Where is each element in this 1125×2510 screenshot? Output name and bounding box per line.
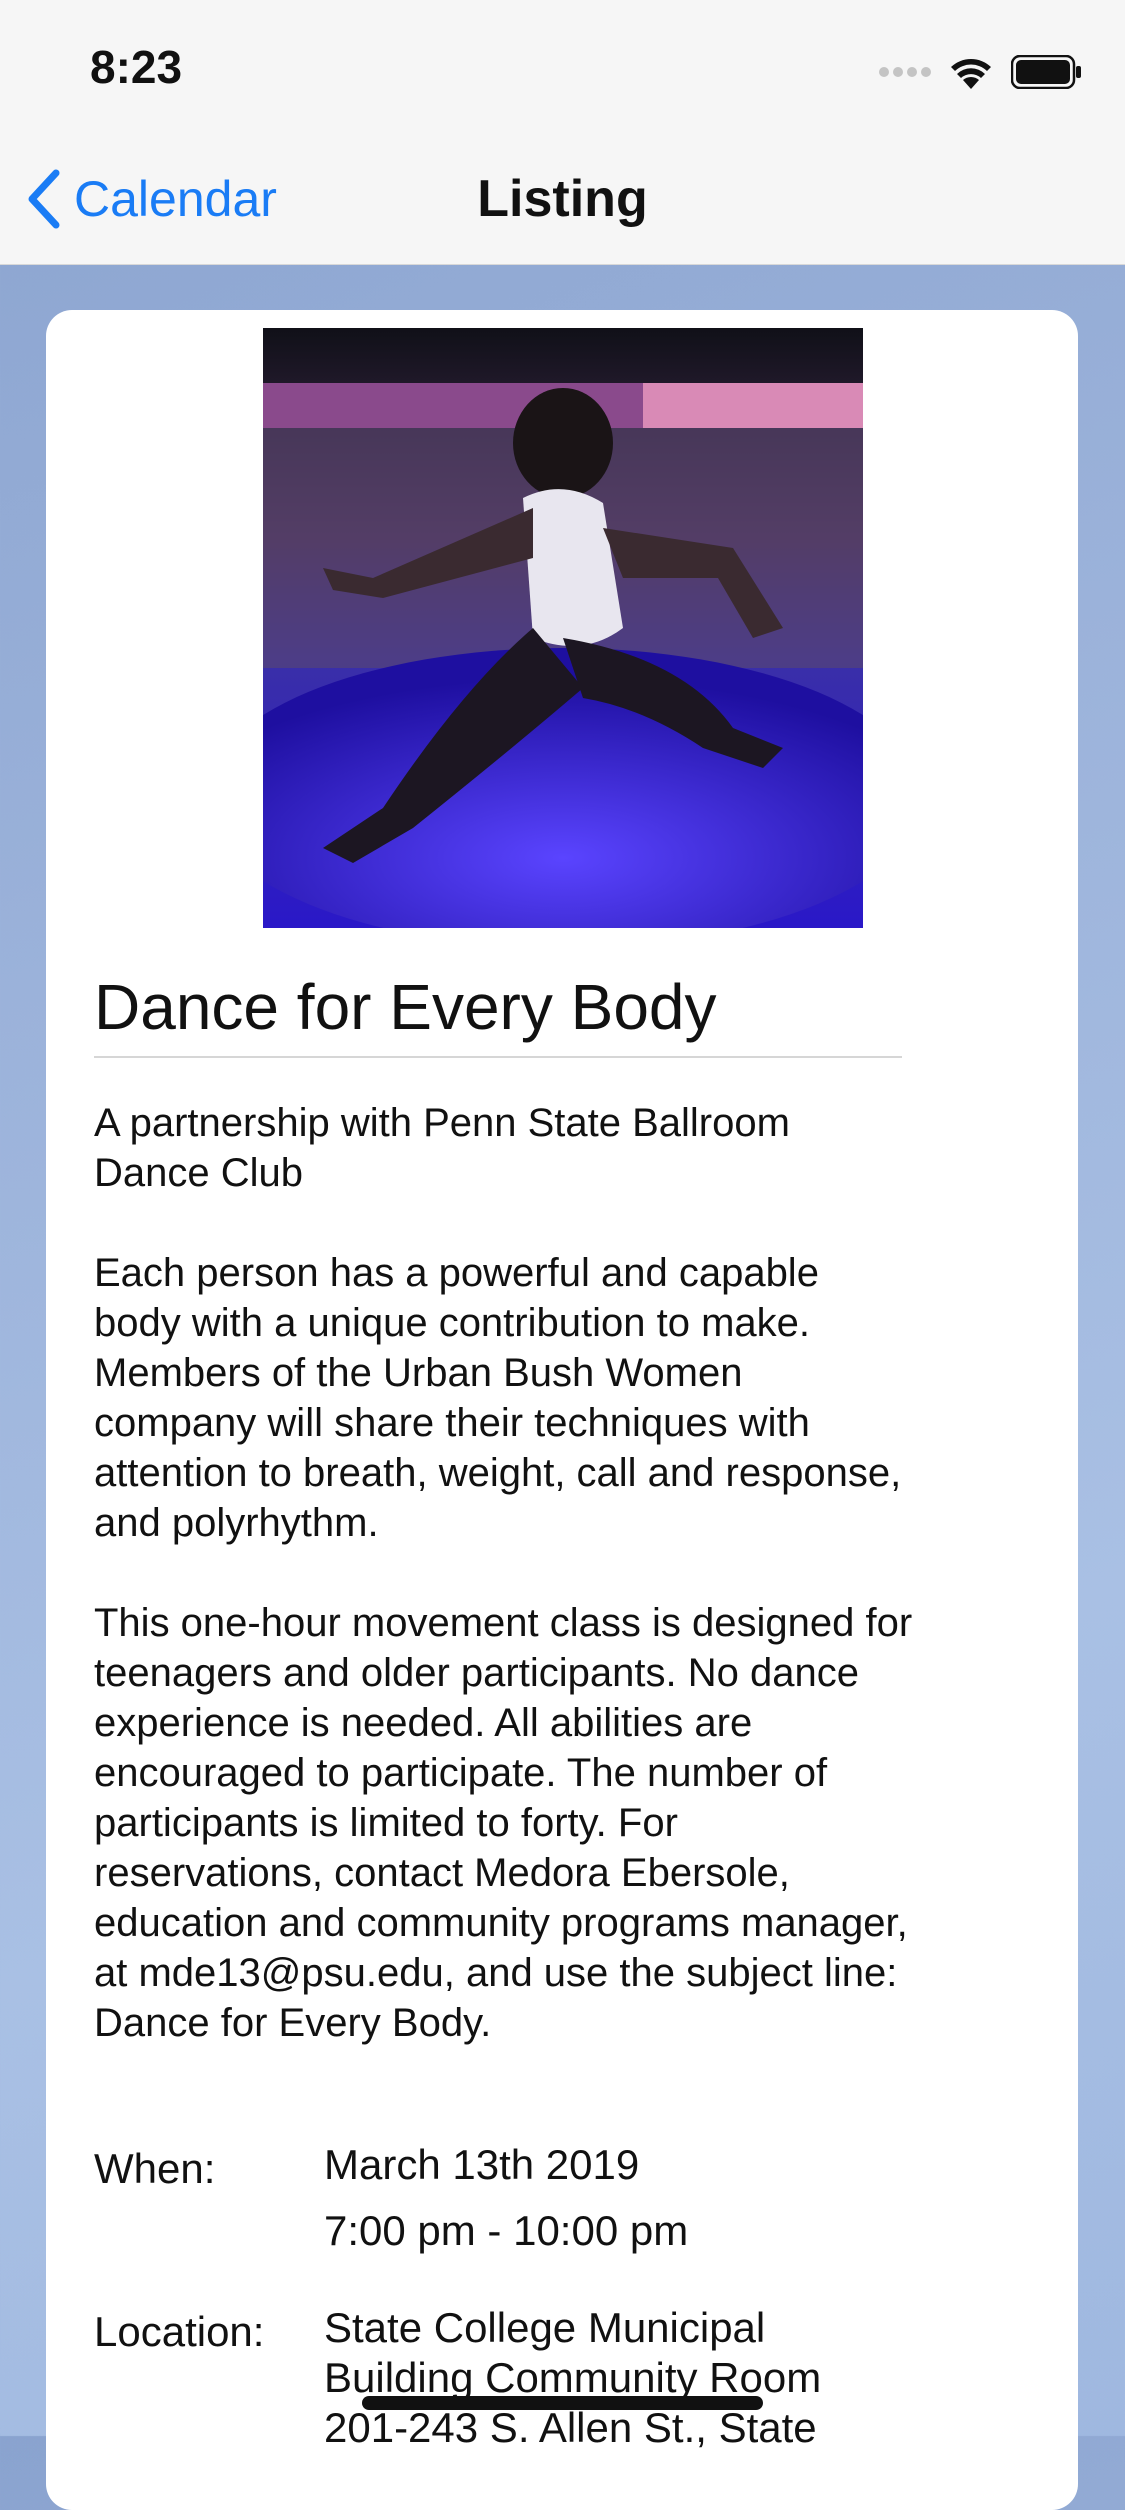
event-subtitle: A partnership with Penn State Ballroom D… bbox=[94, 1101, 790, 1195]
status-bar: 8:23 bbox=[0, 0, 1125, 132]
location-line-3: 201-243 S. Allen St., State bbox=[324, 2404, 817, 2451]
event-title: Dance for Every Body bbox=[94, 970, 902, 1058]
location-label: Location: bbox=[94, 2308, 265, 2355]
location-line-1: State College Municipal bbox=[324, 2304, 766, 2351]
event-description-2: This one-hour movement class is designed… bbox=[94, 1601, 913, 2045]
event-date: March 13th 2019 bbox=[324, 2141, 640, 2188]
battery-icon bbox=[1011, 55, 1081, 89]
event-photo bbox=[263, 328, 863, 928]
cellular-signal-icon bbox=[879, 67, 931, 77]
event-time: 7:00 pm - 10:00 pm bbox=[324, 2207, 689, 2254]
wifi-icon bbox=[951, 59, 991, 89]
when-label: When: bbox=[94, 2145, 216, 2192]
nav-title: Listing bbox=[477, 170, 648, 228]
status-icons bbox=[879, 52, 1083, 92]
home-indicator[interactable] bbox=[362, 2396, 763, 2410]
status-time: 8:23 bbox=[90, 41, 183, 93]
navigation-bar: Calendar Listing bbox=[0, 132, 1125, 265]
event-description-1: Each person has a powerful and capable b… bbox=[94, 1251, 902, 1545]
